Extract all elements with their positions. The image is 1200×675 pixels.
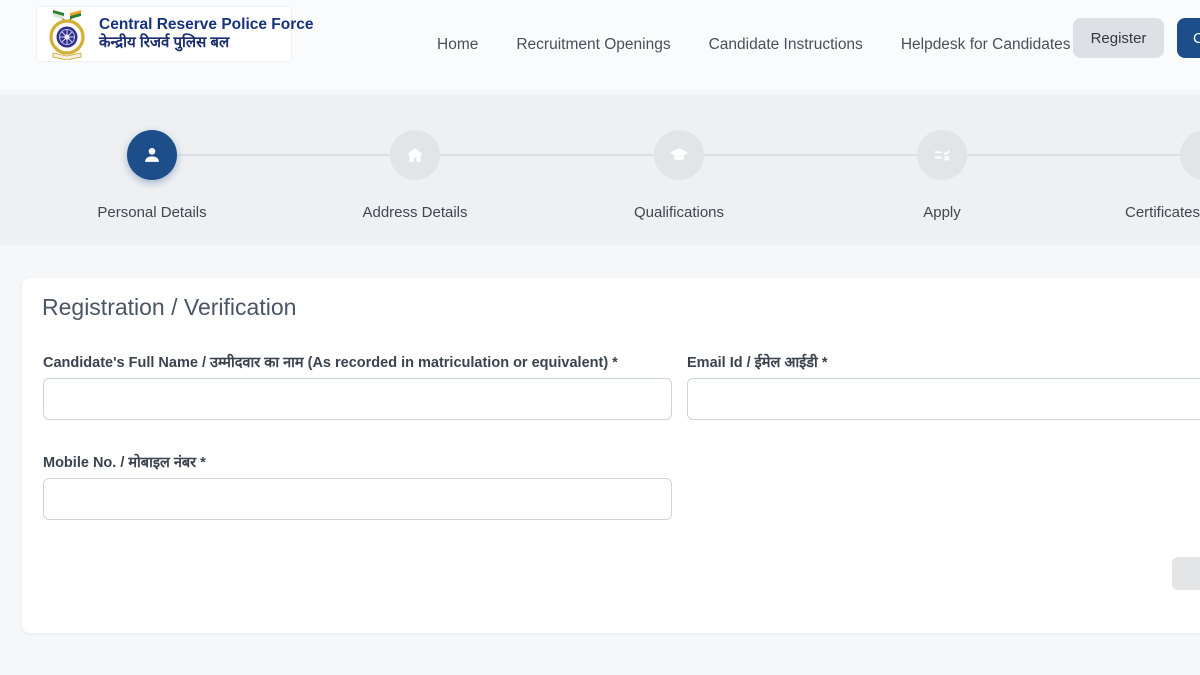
step-circle	[917, 130, 967, 180]
step-apply[interactable]: Apply	[842, 130, 1042, 221]
step-label: Address Details	[315, 204, 515, 221]
brand-subtitle: केन्द्रीय रिजर्व पुलिस बल	[99, 34, 314, 53]
step-label: Qualifications	[579, 204, 779, 221]
step-address-details[interactable]: Address Details	[315, 130, 515, 221]
step-qualifications[interactable]: Qualifications	[579, 130, 779, 221]
page-title: Registration / Verification	[42, 294, 296, 321]
home-icon	[404, 144, 426, 166]
step-label-partial: Certificates a	[1125, 204, 1200, 221]
step-certificates-circle-partial[interactable]	[1180, 130, 1200, 180]
brand-title: Central Reserve Police Force	[99, 15, 314, 34]
nav-helpdesk[interactable]: Helpdesk for Candidates	[901, 36, 1071, 54]
graduation-cap-icon	[668, 144, 690, 166]
main-nav: Home Recruitment Openings Candidate Inst…	[437, 0, 1071, 90]
mobile-input[interactable]	[43, 478, 672, 520]
candidate-login-button-partial[interactable]: C	[1177, 18, 1200, 58]
nav-recruitment-openings[interactable]: Recruitment Openings	[516, 36, 670, 54]
nav-home[interactable]: Home	[437, 36, 478, 54]
registration-card: Registration / Verification Candidate's …	[22, 278, 1200, 633]
header: Central Reserve Police Force केन्द्रीय र…	[0, 0, 1200, 90]
email-input[interactable]	[687, 378, 1200, 420]
step-personal-details[interactable]: Personal Details	[52, 130, 252, 221]
nav-candidate-instructions[interactable]: Candidate Instructions	[709, 36, 863, 54]
step-circle-active	[127, 130, 177, 180]
step-circle	[390, 130, 440, 180]
progress-stepper: Personal Details Address Details Qualifi…	[0, 95, 1200, 245]
email-label: Email Id / ईमेल आईडी *	[687, 352, 827, 372]
step-label: Personal Details	[52, 204, 252, 221]
step-circle	[654, 130, 704, 180]
partial-action-button[interactable]	[1172, 557, 1200, 590]
crpf-emblem-icon	[43, 8, 91, 60]
person-icon	[141, 144, 163, 166]
crpf-logo: Central Reserve Police Force केन्द्रीय र…	[36, 6, 292, 62]
checklist-icon	[931, 144, 953, 166]
full-name-input[interactable]	[43, 378, 672, 420]
step-label: Apply	[842, 204, 1042, 221]
full-name-label: Candidate's Full Name / उम्मीदवार का नाम…	[43, 352, 618, 372]
mobile-label: Mobile No. / मोबाइल नंबर *	[43, 452, 206, 472]
register-button[interactable]: Register	[1073, 18, 1164, 58]
